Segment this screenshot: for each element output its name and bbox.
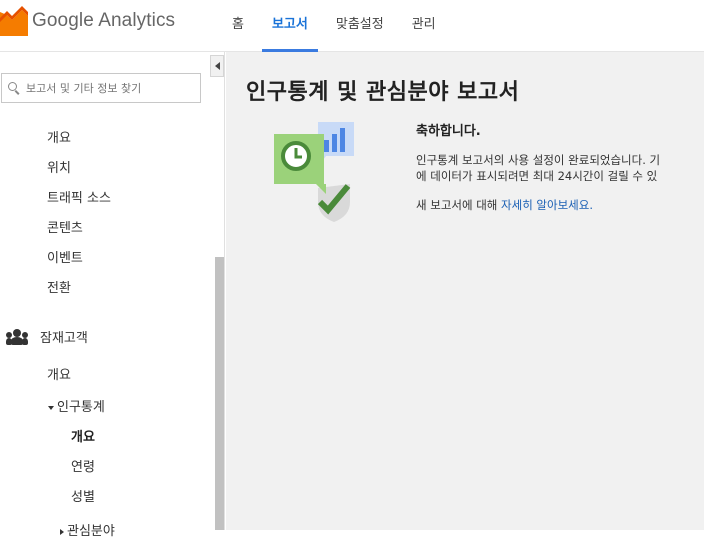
sidebar-item-overview[interactable]: 개요	[47, 127, 71, 146]
setup-message-line-2: 에 데이터가 표시되려면 최대 24시간이 걸릴 수 있	[416, 169, 658, 183]
sidebar-item-audience-overview[interactable]: 개요	[47, 364, 71, 383]
search-input[interactable]	[26, 81, 196, 95]
sidebar-item-conversions[interactable]: 전환	[47, 277, 71, 296]
analytics-logo-icon	[0, 6, 28, 36]
triangle-down-icon	[48, 405, 54, 410]
sidebar-item-events[interactable]: 이벤트	[47, 247, 83, 266]
setup-message-line-1: 인구통계 보고서의 사용 설정이 완료되었습니다. 기	[416, 153, 661, 167]
chevron-left-icon	[214, 62, 220, 70]
top-bar: Google Analytics 홈 보고서 맞춤설정 관리	[0, 0, 704, 52]
logo-analytics-text: Analytics	[98, 10, 176, 31]
nav-admin[interactable]: 관리	[398, 0, 450, 52]
learn-more-text: 새 보고서에 대해 자세히 알아보세요.	[416, 197, 593, 213]
logo-google-text: Google	[32, 10, 94, 31]
sidebar-item-traffic-sources[interactable]: 트래픽 소스	[47, 187, 111, 206]
collapse-sidebar-button[interactable]	[210, 55, 224, 77]
sidebar-item-age[interactable]: 연령	[71, 456, 95, 475]
sidebar-item-demographics-overview[interactable]: 개요	[71, 426, 95, 445]
sidebar-item-demographics-label: 인구통계	[57, 400, 105, 415]
sidebar-item-demographics[interactable]: 인구통계	[48, 396, 105, 415]
sidebar-item-location[interactable]: 위치	[47, 157, 71, 176]
learn-more-prefix: 새 보고서에 대해	[416, 198, 502, 212]
nav-customization[interactable]: 맞춤설정	[322, 0, 398, 52]
sidebar-item-content[interactable]: 콘텐츠	[47, 217, 83, 236]
report-search[interactable]	[1, 73, 201, 103]
sidebar-item-gender[interactable]: 성별	[71, 486, 95, 505]
nav-reports[interactable]: 보고서	[258, 0, 322, 52]
triangle-right-icon	[60, 528, 64, 535]
page-title: 인구통계 및 관심분야 보고서	[246, 80, 520, 105]
clock-chart-check-icon	[274, 122, 354, 222]
sidebar-item-interests-label: 관심분야	[67, 524, 115, 539]
main-content: 인구통계 및 관심분야 보고서 축하합니다. 인구통계 보고서의 사용 설정이 …	[226, 52, 704, 530]
people-icon	[6, 328, 28, 345]
sidebar-scrollbar[interactable]	[215, 257, 224, 530]
search-icon	[8, 82, 20, 94]
sidebar-section-label: 잠재고객	[40, 331, 88, 346]
sidebar-section-audience[interactable]: 잠재고객	[6, 327, 88, 346]
google-analytics-logo[interactable]: Google Analytics	[0, 6, 175, 36]
setup-message: 인구통계 보고서의 사용 설정이 완료되었습니다. 기 에 데이터가 표시되려면…	[416, 152, 660, 184]
main-nav: 홈 보고서 맞춤설정 관리	[218, 0, 450, 52]
sidebar: 개요 위치 트래픽 소스 콘텐츠 이벤트 전환 잠재고객 개요 인구통계 개요 …	[0, 52, 225, 539]
report-illustration	[270, 120, 360, 226]
learn-more-link[interactable]: 자세히 알아보세요.	[501, 198, 593, 212]
nav-home[interactable]: 홈	[218, 0, 258, 52]
congrats-heading: 축하합니다.	[416, 124, 481, 139]
